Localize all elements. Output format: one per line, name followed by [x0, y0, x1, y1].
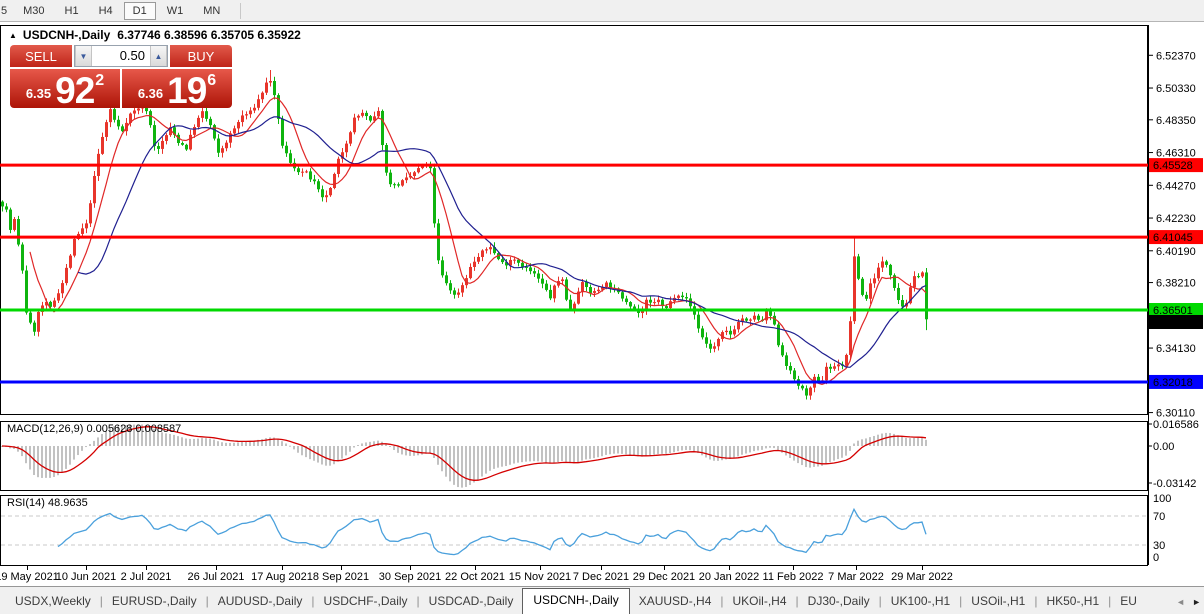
tab-scroll-arrows: ◄ ► [1176, 597, 1201, 607]
chart-tab-usoil-h1[interactable]: USOil-,H1 [962, 590, 1034, 614]
date-label: 22 Oct 2021 [445, 571, 505, 583]
chart-title: ▲ USDCNH-,Daily 6.37746 6.38596 6.35705 … [9, 28, 301, 42]
price-tick-label: 6.38210 [1156, 278, 1196, 290]
date-label: 29 Mar 2022 [891, 571, 953, 583]
date-label: 7 Dec 2021 [573, 571, 629, 583]
chart-tab-audusd-daily[interactable]: AUDUSD-,Daily [209, 590, 312, 614]
chart-tab-uk100-h1[interactable]: UK100-,H1 [882, 590, 959, 614]
chart-tab-eu[interactable]: EU [1111, 590, 1146, 614]
date-label: 29 Dec 2021 [633, 571, 695, 583]
date-label: 10 Jun 2021 [56, 571, 117, 583]
volume-stepper: ▼ 0.50 ▲ [74, 45, 168, 67]
toolbar-separator [240, 2, 242, 19]
date-label: 26 Jul 2021 [188, 571, 245, 583]
chart-tab-xauusd-h4[interactable]: XAUUSD-,H4 [630, 590, 721, 614]
price-tick-label: 6.40190 [1156, 246, 1196, 258]
current-price-label: 6.35922 [1153, 317, 1193, 329]
chart-tab-usdchf-daily[interactable]: USDCHF-,Daily [315, 590, 417, 614]
timeframe-button-d1[interactable]: D1 [123, 1, 156, 20]
buy-price-point: 6 [207, 72, 217, 89]
symbol-tab-bar: USDX,Weekly | EURUSD-,Daily | AUDUSD-,Daily |… [0, 586, 1204, 614]
hline-badge-label: 6.32018 [1153, 377, 1193, 389]
hline-badge-label: 6.45528 [1153, 160, 1193, 172]
collapse-chart-icon[interactable]: ▲ [9, 31, 17, 40]
timeframe-button-w1[interactable]: W1 [158, 2, 193, 20]
hline-badge-label: 6.41045 [1153, 232, 1193, 244]
timeframe-button-5[interactable]: 5 [0, 2, 12, 20]
rsi-indicator-label: RSI(14) 48.9635 [7, 497, 88, 509]
tab-scroll-left-icon[interactable]: ◄ [1176, 597, 1185, 607]
timeframe-button-h4[interactable]: H4 [90, 2, 122, 20]
date-label: 30 Sep 2021 [379, 571, 441, 583]
chart-tab-hk50-h1[interactable]: HK50-,H1 [1037, 590, 1108, 614]
macd-axis-label: -0.03142 [1153, 478, 1196, 490]
chart-tab-eurusd-daily[interactable]: EURUSD-,Daily [103, 590, 206, 614]
sell-price-point: 2 [95, 72, 105, 89]
date-label: 11 Feb 2022 [763, 571, 824, 583]
buy-price-prefix: 6.36 [137, 86, 164, 101]
price-tick-label: 6.30110 [1156, 408, 1195, 420]
macd-axis-label: 0.00 [1153, 441, 1174, 453]
sell-price-prefix: 6.35 [25, 86, 52, 101]
rsi-panel [0, 495, 1148, 566]
price-tick-label: 6.52370 [1156, 50, 1196, 62]
mt4-chart-window: 5 M30 H1 H4 D1 W1 MN ▲ USDCNH-,Daily 6.37746 6… [0, 0, 1204, 614]
volume-increase-icon[interactable]: ▲ [150, 46, 167, 66]
volume-decrease-icon[interactable]: ▼ [75, 46, 92, 66]
date-label: 15 Nov 2021 [509, 571, 571, 583]
chart-tab-usdcad-daily[interactable]: USDCAD-,Daily [420, 590, 523, 614]
macd-axis-label: 0.016586 [1153, 419, 1199, 431]
timeframe-button-mn[interactable]: MN [194, 2, 229, 20]
date-label: 8 Sep 2021 [313, 571, 369, 583]
sell-price-pips: 92 [55, 69, 95, 111]
date-label: 7 Mar 2022 [828, 571, 884, 583]
chart-tab-usdx-weekly[interactable]: USDX,Weekly [6, 590, 100, 614]
macd-indicator-label: MACD(12,26,9) 0.005628 0.008587 [7, 423, 182, 435]
price-tick-label: 6.34130 [1156, 343, 1196, 355]
chart-ohlc-values: 6.37746 6.38596 6.35705 6.35922 [117, 28, 301, 42]
chart-tab-usdcnh-daily[interactable]: USDCNH-,Daily [522, 588, 630, 614]
price-tick-label: 6.44270 [1156, 180, 1196, 192]
tab-scroll-right-icon[interactable]: ► [1192, 597, 1201, 607]
chart-tab-dj30-daily[interactable]: DJ30-,Daily [799, 590, 879, 614]
price-tick-label: 6.48350 [1156, 115, 1196, 127]
timeframe-toolbar: 5 M30 H1 H4 D1 W1 MN [0, 0, 1204, 22]
volume-input[interactable]: 0.50 [92, 46, 150, 66]
buy-price-display[interactable]: 6.36 19 6 [122, 69, 232, 111]
sell-button[interactable]: SELL [10, 45, 72, 67]
rsi-axis-label: 100 [1153, 493, 1171, 505]
date-label: 19 May 2021 [0, 571, 59, 583]
price-tick-label: 6.50330 [1156, 83, 1196, 95]
date-label: 20 Jan 2022 [699, 571, 760, 583]
timeframe-button-m30[interactable]: M30 [14, 2, 53, 20]
rsi-axis-label: 70 [1153, 511, 1165, 523]
rsi-axis-label: 0 [1153, 552, 1159, 564]
chart-tab-ukoil-h4[interactable]: UKOil-,H4 [724, 590, 796, 614]
timeframe-button-h1[interactable]: H1 [56, 2, 88, 20]
buy-price-pips: 19 [167, 69, 207, 111]
date-label: 17 Aug 2021 [251, 571, 313, 583]
buy-button[interactable]: BUY [170, 45, 232, 67]
price-tick-label: 6.46310 [1156, 148, 1196, 160]
sell-price-display[interactable]: 6.35 92 2 [10, 69, 120, 111]
one-click-trade-panel: SELL ▼ 0.50 ▲ BUY 6.35 92 2 6.36 19 6 [10, 45, 232, 111]
rsi-axis-label: 30 [1153, 540, 1165, 552]
price-tick-label: 6.42230 [1156, 213, 1196, 225]
chart-symbol-period: USDCNH-,Daily [22, 28, 111, 42]
date-label: 2 Jul 2021 [121, 571, 172, 583]
